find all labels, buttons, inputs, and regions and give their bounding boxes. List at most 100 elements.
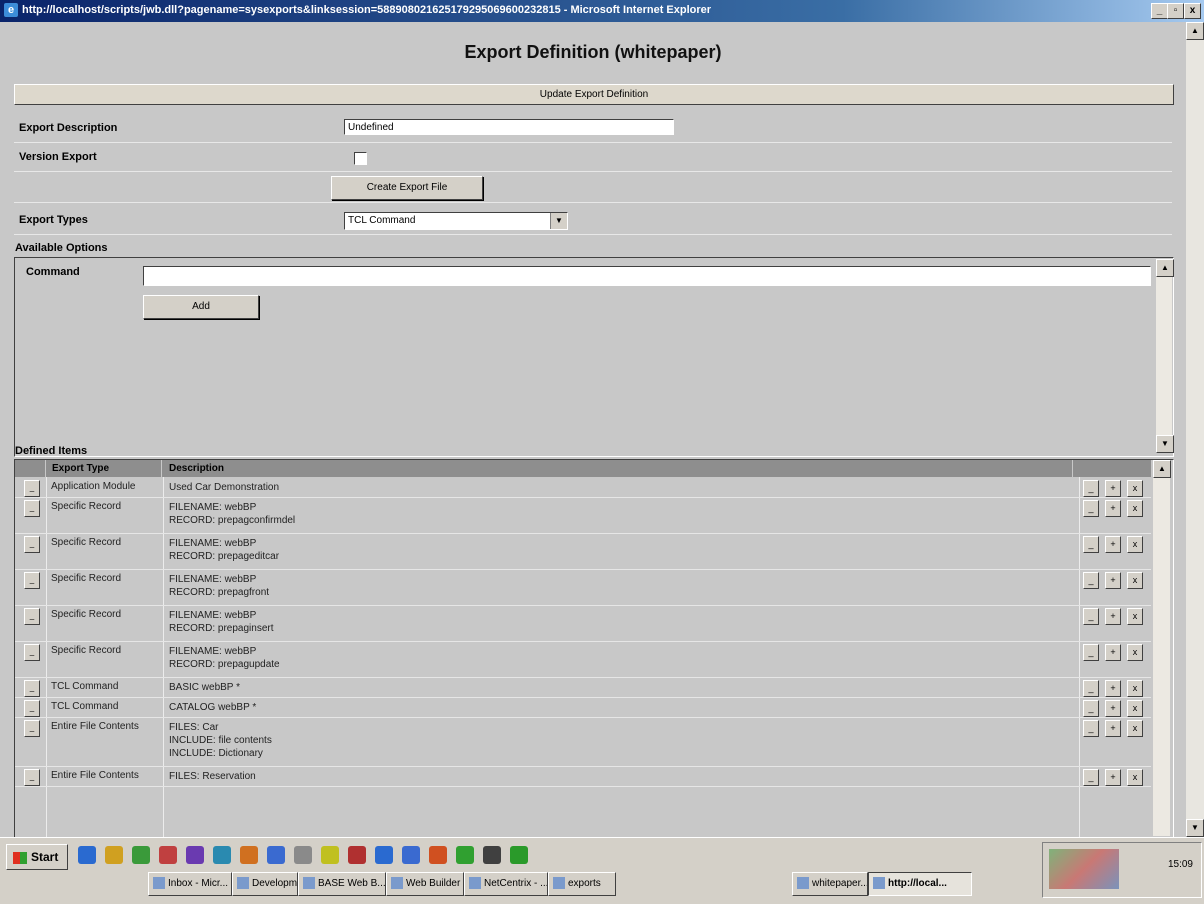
scroll-up-icon[interactable]: ▲ [1156, 259, 1174, 277]
taskbar-item[interactable]: Inbox - Micr... [148, 872, 232, 896]
quick-launch-icon[interactable] [105, 846, 123, 864]
move-up-button[interactable]: _ [1083, 680, 1099, 697]
delete-row-button[interactable]: x [1127, 680, 1143, 697]
taskbar-item[interactable]: http://local... [868, 872, 972, 896]
delete-row-button[interactable]: x [1127, 608, 1143, 625]
quick-launch-icon[interactable] [456, 846, 474, 864]
window-scrollbar[interactable]: ▲ ▼ [1186, 22, 1204, 837]
quick-launch-icon[interactable] [186, 846, 204, 864]
export-types-row: Export Types TCL Command ▼ [14, 206, 1172, 235]
export-description-input[interactable]: Undefined [344, 119, 674, 135]
taskbar-item[interactable]: whitepaper.... [792, 872, 868, 896]
delete-row-button[interactable]: x [1127, 720, 1143, 737]
quick-launch-icon[interactable] [510, 846, 528, 864]
delete-row-button[interactable]: x [1127, 769, 1143, 786]
create-export-file-button[interactable]: Create Export File [331, 176, 483, 200]
row-select-button[interactable]: _ [24, 720, 40, 737]
maximize-button[interactable]: ▫ [1167, 3, 1184, 19]
move-down-button[interactable]: + [1105, 500, 1121, 517]
taskbar-item[interactable]: Web Builder ... [386, 872, 464, 896]
app-icon [873, 877, 885, 890]
taskbar-item[interactable]: Developmen... [232, 872, 298, 896]
row-select-button[interactable]: _ [24, 700, 40, 717]
row-select-button[interactable]: _ [24, 500, 40, 517]
options-scrollbar[interactable]: ▲ ▼ [1156, 259, 1174, 453]
taskbar-item-label: Inbox - Micr... [168, 878, 229, 889]
move-down-button[interactable]: + [1105, 608, 1121, 625]
scroll-down-icon[interactable]: ▼ [1186, 819, 1204, 837]
quick-launch-icon[interactable] [267, 846, 285, 864]
table-row: _ Specific Record FILENAME: webBP RECORD: p… [15, 570, 1151, 606]
table-scrollbar[interactable]: ▲ [1153, 460, 1171, 836]
move-down-button[interactable]: + [1105, 644, 1121, 661]
window-title: http://localhost/scripts/jwb.dll?pagenam… [22, 4, 712, 16]
update-export-definition-button[interactable]: Update Export Definition [14, 84, 1174, 105]
chevron-down-icon[interactable]: ▼ [550, 213, 567, 229]
delete-row-button[interactable]: x [1127, 480, 1143, 497]
add-button[interactable]: Add [143, 295, 259, 319]
delete-row-button[interactable]: x [1127, 572, 1143, 589]
move-up-button[interactable]: _ [1083, 608, 1099, 625]
move-down-button[interactable]: + [1105, 700, 1121, 717]
quick-launch-icon[interactable] [402, 846, 420, 864]
move-down-button[interactable]: + [1105, 720, 1121, 737]
quick-launch-icon[interactable] [159, 846, 177, 864]
row-export-type: Specific Record [51, 573, 122, 584]
quick-launch-icon[interactable] [240, 846, 258, 864]
delete-row-button[interactable]: x [1127, 500, 1143, 517]
delete-row-button[interactable]: x [1127, 536, 1143, 553]
row-description-line: RECORD: prepagupdate [169, 659, 280, 670]
tray-icons[interactable] [1049, 849, 1119, 889]
taskbar-item[interactable]: NetCentrix - ... [464, 872, 548, 896]
quick-launch-icon[interactable] [375, 846, 393, 864]
quick-launch-icon[interactable] [132, 846, 150, 864]
move-down-button[interactable]: + [1105, 572, 1121, 589]
delete-row-button[interactable]: x [1127, 644, 1143, 661]
row-select-button[interactable]: _ [24, 769, 40, 786]
close-button[interactable]: x [1184, 3, 1201, 19]
taskbar-item[interactable]: BASE Web B... [298, 872, 386, 896]
move-up-button[interactable]: _ [1083, 644, 1099, 661]
start-button[interactable]: Start [6, 844, 68, 870]
row-description: FILENAME: webBP RECORD: prepagfront [169, 573, 269, 599]
quick-launch-icon[interactable] [213, 846, 231, 864]
row-select-button[interactable]: _ [24, 572, 40, 589]
row-description-line: RECORD: prepaginsert [169, 623, 274, 634]
row-select-button[interactable]: _ [24, 480, 40, 497]
command-input[interactable] [143, 266, 1151, 286]
scroll-down-icon[interactable]: ▼ [1156, 435, 1174, 453]
move-up-button[interactable]: _ [1083, 720, 1099, 737]
version-export-checkbox[interactable] [354, 152, 367, 165]
quick-launch-icon[interactable] [429, 846, 447, 864]
move-up-button[interactable]: _ [1083, 536, 1099, 553]
row-select-button[interactable]: _ [24, 680, 40, 697]
quick-launch-icon[interactable] [321, 846, 339, 864]
move-up-button[interactable]: _ [1083, 769, 1099, 786]
quick-launch-icon[interactable] [483, 846, 501, 864]
move-down-button[interactable]: + [1105, 536, 1121, 553]
move-up-button[interactable]: _ [1083, 572, 1099, 589]
scroll-up-icon[interactable]: ▲ [1186, 22, 1204, 40]
row-description-line: RECORD: prepagconfirmdel [169, 515, 296, 526]
move-down-button[interactable]: + [1105, 680, 1121, 697]
taskbar-item-label: whitepaper.... [812, 878, 868, 889]
row-select-button[interactable]: _ [24, 536, 40, 553]
quick-launch-icon[interactable] [78, 846, 96, 864]
page-content: Export Definition (whitepaper) Update Ex… [0, 22, 1186, 837]
row-select-button[interactable]: _ [24, 608, 40, 625]
scroll-up-icon[interactable]: ▲ [1153, 460, 1171, 478]
quick-launch-icon[interactable] [348, 846, 366, 864]
export-types-select[interactable]: TCL Command ▼ [344, 212, 568, 230]
row-description-line: FILES: Reservation [169, 771, 256, 782]
row-select-button[interactable]: _ [24, 644, 40, 661]
move-down-button[interactable]: + [1105, 480, 1121, 497]
taskbar-item[interactable]: exports [548, 872, 616, 896]
move-down-button[interactable]: + [1105, 769, 1121, 786]
delete-row-button[interactable]: x [1127, 700, 1143, 717]
move-up-button[interactable]: _ [1083, 700, 1099, 717]
minimize-button[interactable]: _ [1151, 3, 1168, 19]
move-up-button[interactable]: _ [1083, 500, 1099, 517]
table-row: _ TCL Command CATALOG webBP * _ + x [15, 698, 1151, 718]
quick-launch-icon[interactable] [294, 846, 312, 864]
move-up-button[interactable]: _ [1083, 480, 1099, 497]
